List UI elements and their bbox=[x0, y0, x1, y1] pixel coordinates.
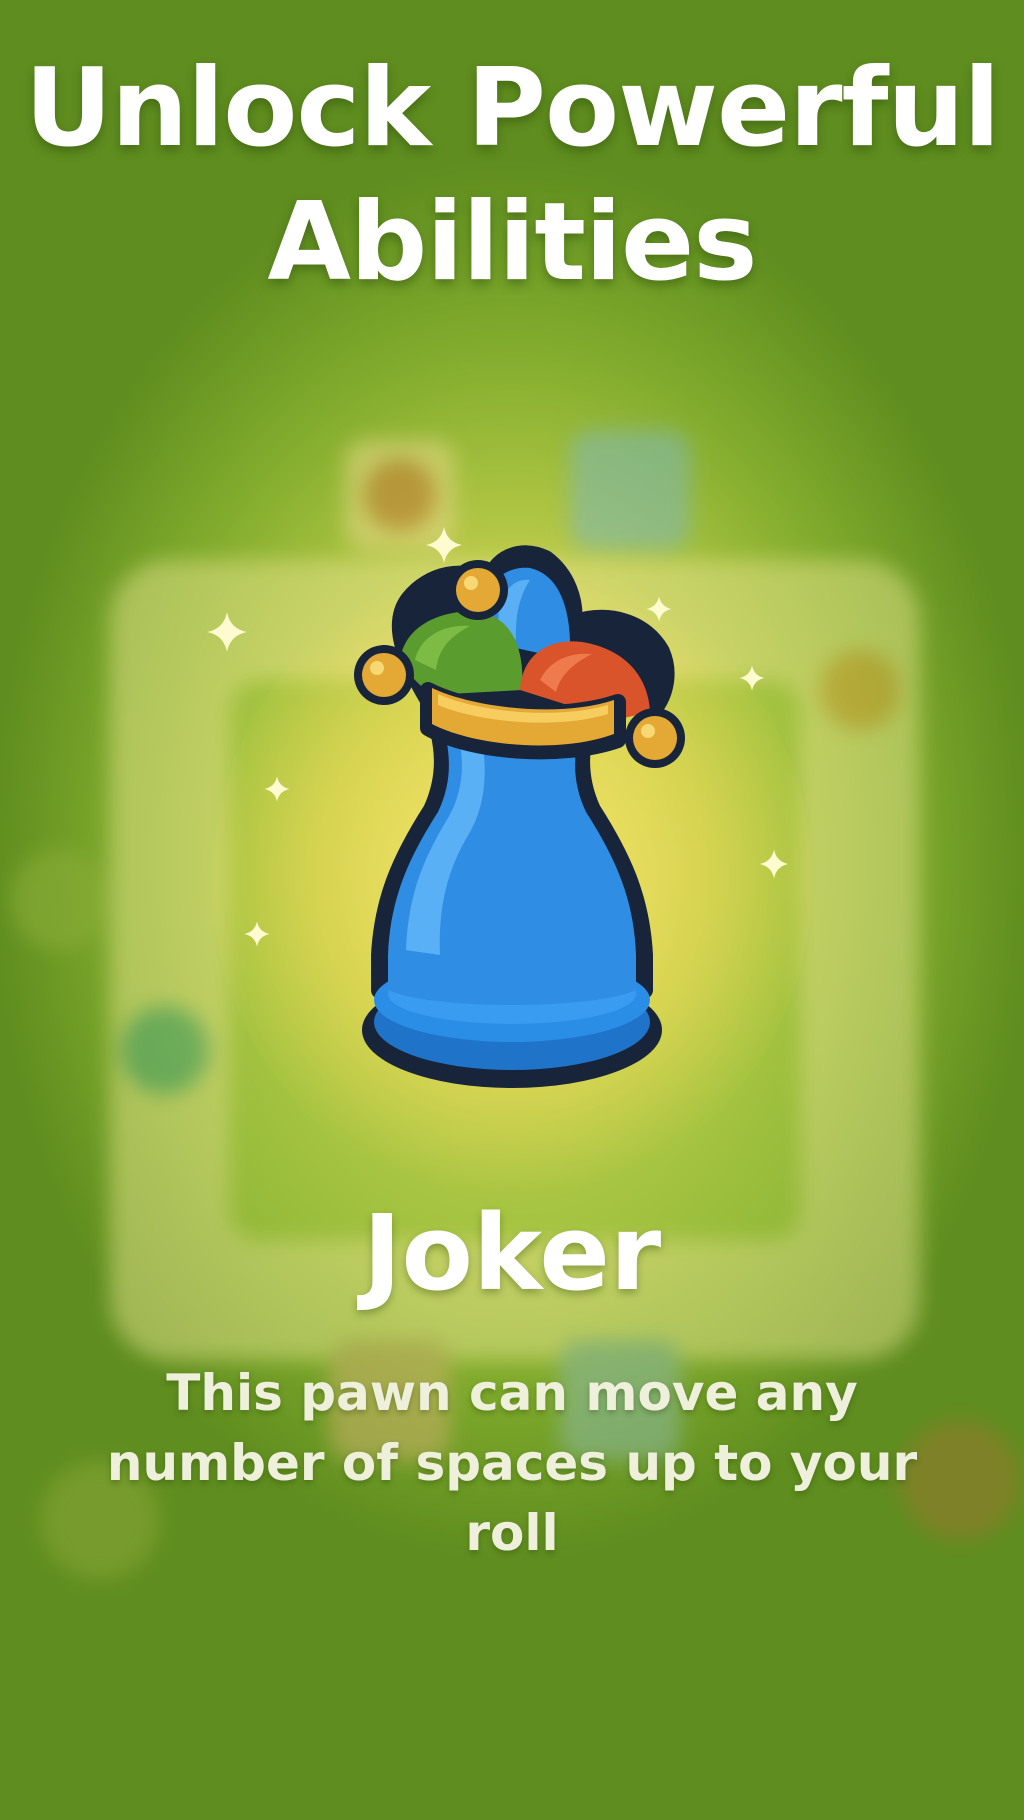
ability-name: Joker bbox=[362, 1192, 662, 1314]
sparkle-icon bbox=[759, 849, 789, 879]
ability-unlock-screen: Unlock Powerful Abilities Joker This paw… bbox=[0, 0, 1024, 1820]
screen-title: Unlock Powerful Abilities bbox=[0, 42, 1024, 310]
ability-description: This pawn can move any number of spaces … bbox=[106, 1364, 918, 1562]
title-line-1: Unlock Powerful bbox=[24, 46, 1001, 171]
title-line-2: Abilities bbox=[267, 180, 757, 305]
sparkle-icon bbox=[264, 776, 290, 802]
sparkle-icon bbox=[244, 921, 270, 947]
joker-pawn-icon bbox=[354, 545, 685, 1088]
sparkle-icon bbox=[207, 612, 247, 652]
sparkle-icon bbox=[739, 665, 765, 691]
